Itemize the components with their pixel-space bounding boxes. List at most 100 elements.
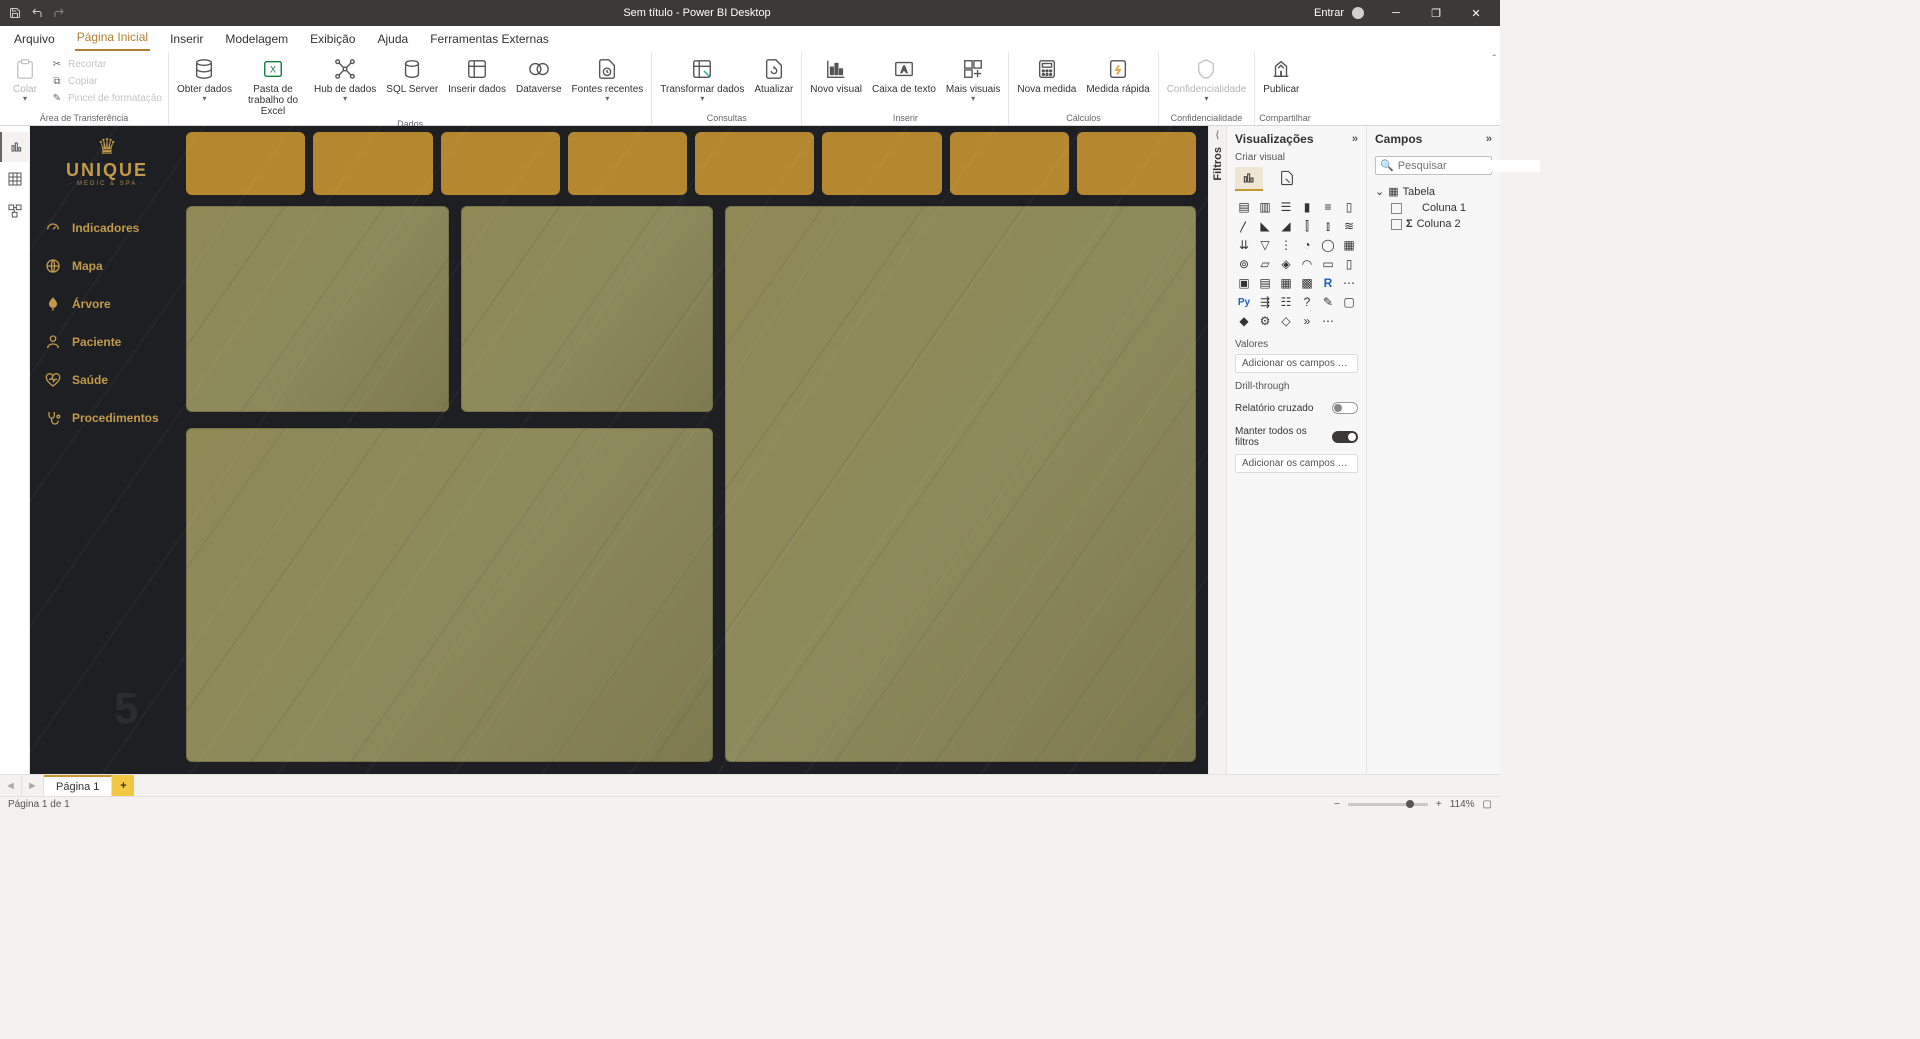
data-hub-button[interactable]: Hub de dados▾ (310, 54, 380, 106)
fields-search[interactable]: 🔍 (1375, 156, 1492, 175)
card-tile[interactable] (950, 132, 1069, 195)
build-visual-mode-button[interactable] (1235, 167, 1263, 191)
more-visuals-button[interactable]: Mais visuais▾ (942, 54, 1004, 106)
tab-modeling[interactable]: Modelagem (223, 28, 290, 51)
visual-tile[interactable] (725, 206, 1196, 762)
viz-key-influencers-icon[interactable]: ⇶ (1256, 294, 1274, 310)
fields-search-input[interactable] (1398, 160, 1540, 172)
model-view-button[interactable] (0, 196, 30, 226)
nav-arvore[interactable]: Árvore (30, 285, 184, 323)
tab-file[interactable]: Arquivo (12, 28, 57, 51)
viz-line-icon[interactable]: 〳 (1235, 218, 1253, 234)
card-tile[interactable] (695, 132, 814, 195)
viz-line-clustered-icon[interactable]: ⫾ (1319, 218, 1337, 234)
fit-page-icon[interactable]: ▢ (1483, 799, 1492, 810)
collapse-ribbon-icon[interactable]: ˆ (1493, 54, 1496, 65)
viz-table-icon[interactable]: ▦ (1277, 275, 1295, 291)
excel-workbook-button[interactable]: XPasta de trabalho do Excel (238, 54, 308, 119)
viz-card-icon[interactable]: ▭ (1319, 256, 1337, 272)
signin-button[interactable]: Entrar (1314, 7, 1344, 19)
sql-server-button[interactable]: SQL Server (382, 54, 442, 97)
refresh-button[interactable]: Atualizar (750, 54, 797, 97)
collapse-panel-icon[interactable]: » (1352, 133, 1358, 145)
publish-button[interactable]: Publicar (1259, 54, 1303, 97)
viz-decomp-tree-icon[interactable]: ☷ (1277, 294, 1295, 310)
nav-mapa[interactable]: Mapa (30, 247, 184, 285)
card-tile[interactable] (441, 132, 560, 195)
viz-r-icon[interactable]: R (1319, 275, 1337, 291)
page-prev-button[interactable]: ◄ (0, 775, 22, 796)
drill-field-well[interactable]: Adicionar os campos de dr... (1235, 454, 1358, 473)
viz-qna-icon[interactable]: ? (1298, 294, 1316, 310)
get-data-button[interactable]: Obter dados▾ (173, 54, 236, 106)
keep-filters-toggle[interactable] (1332, 431, 1358, 443)
viz-100-bar-icon[interactable]: ≡ (1319, 199, 1337, 215)
zoom-slider[interactable] (1348, 803, 1428, 806)
viz-treemap-icon[interactable]: ▦ (1340, 237, 1358, 253)
minimize-button[interactable]: ─ (1378, 0, 1414, 26)
nav-saude[interactable]: Saúde (30, 361, 184, 399)
nav-indicadores[interactable]: Indicadores (30, 209, 184, 247)
viz-pie-icon[interactable]: ◔ (1298, 237, 1316, 253)
expand-filters-icon[interactable]: ⟨ (1216, 130, 1220, 141)
card-tile[interactable] (313, 132, 432, 195)
viz-multi-card-icon[interactable]: ▯ (1340, 256, 1358, 272)
cross-report-toggle[interactable] (1332, 402, 1358, 414)
dataverse-button[interactable]: Dataverse (512, 54, 566, 97)
table-node[interactable]: ⌄▦Tabela (1375, 183, 1492, 200)
tab-view[interactable]: Exibição (308, 28, 357, 51)
maximize-button[interactable]: ❐ (1418, 0, 1454, 26)
field-row[interactable]: ΣColuna 2 (1375, 216, 1492, 232)
undo-icon[interactable] (30, 6, 44, 20)
report-view-button[interactable] (0, 132, 30, 162)
nav-paciente[interactable]: Paciente (30, 323, 184, 361)
field-row[interactable]: Coluna 1 (1375, 200, 1492, 216)
viz-paginated-icon[interactable]: ▢ (1340, 294, 1358, 310)
viz-gauge-icon[interactable]: ◠ (1298, 256, 1316, 272)
viz-matrix-icon[interactable]: ▩ (1298, 275, 1316, 291)
viz-donut-icon[interactable]: ◯ (1319, 237, 1337, 253)
viz-kpi-icon[interactable]: ▣ (1235, 275, 1253, 291)
report-canvas[interactable]: ♛ UNIQUE · MEDIC & SPA · Indicadores Map… (30, 126, 1208, 774)
page-next-button[interactable]: ► (22, 775, 44, 796)
avatar[interactable] (1352, 7, 1364, 19)
viz-custom2-icon[interactable]: » (1298, 313, 1316, 329)
data-view-button[interactable] (0, 164, 30, 194)
recent-sources-button[interactable]: Fontes recentes▾ (568, 54, 648, 106)
format-visual-mode-button[interactable] (1273, 167, 1301, 191)
redo-icon[interactable] (52, 6, 66, 20)
viz-clustered-bar-icon[interactable]: ☰ (1277, 199, 1295, 215)
viz-more-icon[interactable]: ⋯ (1340, 275, 1358, 291)
viz-shape-map-icon[interactable]: ◈ (1277, 256, 1295, 272)
visual-tile[interactable] (186, 428, 713, 762)
viz-map-icon[interactable]: ⊚ (1235, 256, 1253, 272)
new-measure-button[interactable]: Nova medida (1013, 54, 1080, 97)
viz-narrative-icon[interactable]: ✎ (1319, 294, 1337, 310)
tab-help[interactable]: Ajuda (375, 28, 410, 51)
viz-python-icon[interactable]: Py (1235, 294, 1253, 310)
enter-data-button[interactable]: Inserir dados (444, 54, 510, 97)
viz-waterfall-icon[interactable]: ⇊ (1235, 237, 1253, 253)
save-icon[interactable] (8, 6, 22, 20)
viz-custom1-icon[interactable]: ◇ (1277, 313, 1295, 329)
text-box-button[interactable]: ACaixa de texto (868, 54, 940, 97)
viz-clustered-column-icon[interactable]: ▮ (1298, 199, 1316, 215)
visual-tile[interactable] (186, 206, 449, 412)
field-checkbox[interactable] (1391, 203, 1402, 214)
new-visual-button[interactable]: Novo visual (806, 54, 866, 97)
viz-automate-icon[interactable]: ⚙ (1256, 313, 1274, 329)
viz-100-column-icon[interactable]: ▯ (1340, 199, 1358, 215)
zoom-out-button[interactable]: − (1334, 799, 1340, 810)
viz-funnel-icon[interactable]: ▽ (1256, 237, 1274, 253)
filters-collapsed-rail[interactable]: ⟨ Filtros (1208, 126, 1226, 774)
card-tile[interactable] (186, 132, 305, 195)
viz-line-column-icon[interactable]: ⫿ (1298, 218, 1316, 234)
transform-data-button[interactable]: Transformar dados▾ (656, 54, 748, 106)
field-checkbox[interactable] (1391, 219, 1402, 230)
collapse-panel-icon[interactable]: » (1486, 133, 1492, 145)
zoom-in-button[interactable]: + (1436, 799, 1442, 810)
viz-get-more-icon[interactable]: ⋯ (1319, 313, 1337, 329)
values-field-well[interactable]: Adicionar os campos de da... (1235, 354, 1358, 373)
viz-stacked-bar-icon[interactable]: ▤ (1235, 199, 1253, 215)
viz-powerapps-icon[interactable]: ◆ (1235, 313, 1253, 329)
